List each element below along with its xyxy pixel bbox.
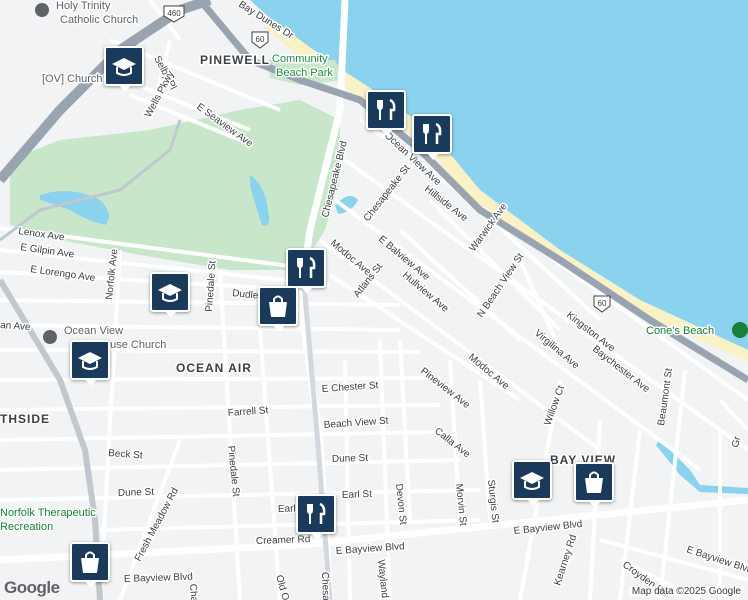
area-label-ocean-air: OCEAN AIR: [176, 361, 252, 375]
poi-catholic-church: Catholic Church: [60, 14, 138, 26]
restaurant-marker[interactable]: [366, 90, 406, 136]
street-label: an Ave: [0, 320, 31, 333]
restaurant-marker[interactable]: [286, 248, 326, 294]
restaurant-icon: [423, 122, 442, 144]
restaurant-icon: [297, 256, 316, 278]
area-label-southside: THSIDE: [0, 412, 50, 426]
shopping-bag-icon: [269, 295, 287, 317]
restaurant-marker[interactable]: [296, 494, 336, 540]
poi-recreation: Recreation: [0, 521, 53, 533]
park-label-beach-park: Beach Park: [276, 67, 333, 79]
street-label: 460: [167, 9, 181, 18]
school-marker[interactable]: [104, 46, 144, 92]
church-icon: [43, 330, 57, 344]
street-label: 60: [256, 35, 265, 44]
area-label-pinewell: PINEWELL: [200, 53, 270, 67]
church-icon: [35, 3, 49, 17]
google-logo: Google: [4, 578, 60, 597]
park-label-community: Community: [272, 53, 328, 65]
shopping-bag-icon: [81, 551, 99, 573]
beach-icon: [732, 322, 748, 338]
school-icon: [78, 352, 102, 370]
school-marker[interactable]: [70, 340, 110, 386]
restaurant-icon: [377, 98, 396, 120]
street-label: Chesa: [319, 572, 331, 600]
street-label: Cha: [187, 583, 199, 600]
shopping-marker[interactable]: [258, 286, 298, 332]
school-marker[interactable]: [150, 272, 190, 318]
poi-ocean-view: Ocean View: [64, 325, 123, 337]
restaurant-marker[interactable]: [412, 114, 452, 160]
street-label: Dune St: [332, 453, 369, 465]
school-marker[interactable]: [512, 460, 552, 506]
shopping-marker[interactable]: [574, 462, 614, 508]
poi-holy-trinity: Holy Trinity: [56, 0, 111, 12]
shopping-bag-icon: [585, 471, 603, 493]
street-label: Creamer Rd: [256, 534, 311, 547]
street-label: Earl St: [342, 489, 373, 501]
poi-norfolk-therapeutic: Norfolk Therapeutic: [0, 507, 96, 519]
map-canvas[interactable]: 60 460 60 PINEWELL OCEAN AIR BAY VIEW TH…: [0, 0, 748, 600]
poi-cones-beach: Cone's Beach: [646, 325, 714, 337]
school-icon: [520, 472, 544, 490]
street-label: 60: [598, 299, 607, 308]
shopping-marker[interactable]: [70, 542, 110, 588]
poi-ov-church: [OV] Church: [42, 73, 103, 85]
school-icon: [158, 284, 182, 302]
street-label: Dune St: [118, 487, 155, 499]
restaurant-icon: [307, 502, 326, 524]
map-attribution: Map data ©2025 Google: [628, 586, 744, 597]
school-icon: [112, 58, 136, 76]
